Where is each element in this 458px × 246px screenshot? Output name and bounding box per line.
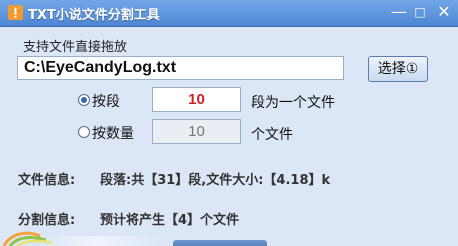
- split-button[interactable]: [173, 240, 267, 246]
- radio-by-paragraph[interactable]: [78, 94, 90, 106]
- orange-warning-icon: [8, 5, 23, 20]
- paragraph-suffix-label: 段为一个文件: [251, 95, 335, 111]
- maximize-button[interactable]: □: [410, 2, 430, 22]
- title-bar[interactable]: TXT小说文件分割工具 — □ ✕: [0, 0, 458, 27]
- file-path-field[interactable]: C:\EyeCandyLog.txt: [17, 56, 344, 80]
- by-paragraph-label[interactable]: 按段: [92, 91, 120, 111]
- split-info-label: 分割信息:: [18, 213, 76, 228]
- window-title: TXT小说文件分割工具: [28, 8, 160, 23]
- drag-drop-hint: 支持文件直接拖放: [23, 40, 128, 55]
- split-info-value: 预计将产生【4】个文件: [100, 213, 240, 228]
- paragraph-count-input[interactable]: 10: [152, 87, 241, 112]
- select-file-button[interactable]: 选择①: [368, 56, 428, 82]
- file-info-label: 文件信息:: [18, 173, 76, 188]
- radio-by-count[interactable]: [78, 126, 90, 138]
- file-count-input[interactable]: 10: [152, 119, 241, 144]
- file-info-value: 段落:共【31】段,文件大小:【4.18】k: [100, 173, 331, 188]
- minimize-button[interactable]: —: [389, 2, 409, 22]
- bottom-glow: [38, 236, 160, 246]
- count-suffix-label: 个文件: [251, 127, 293, 143]
- close-button[interactable]: ✕: [434, 2, 454, 22]
- by-count-label[interactable]: 按数量: [92, 123, 134, 143]
